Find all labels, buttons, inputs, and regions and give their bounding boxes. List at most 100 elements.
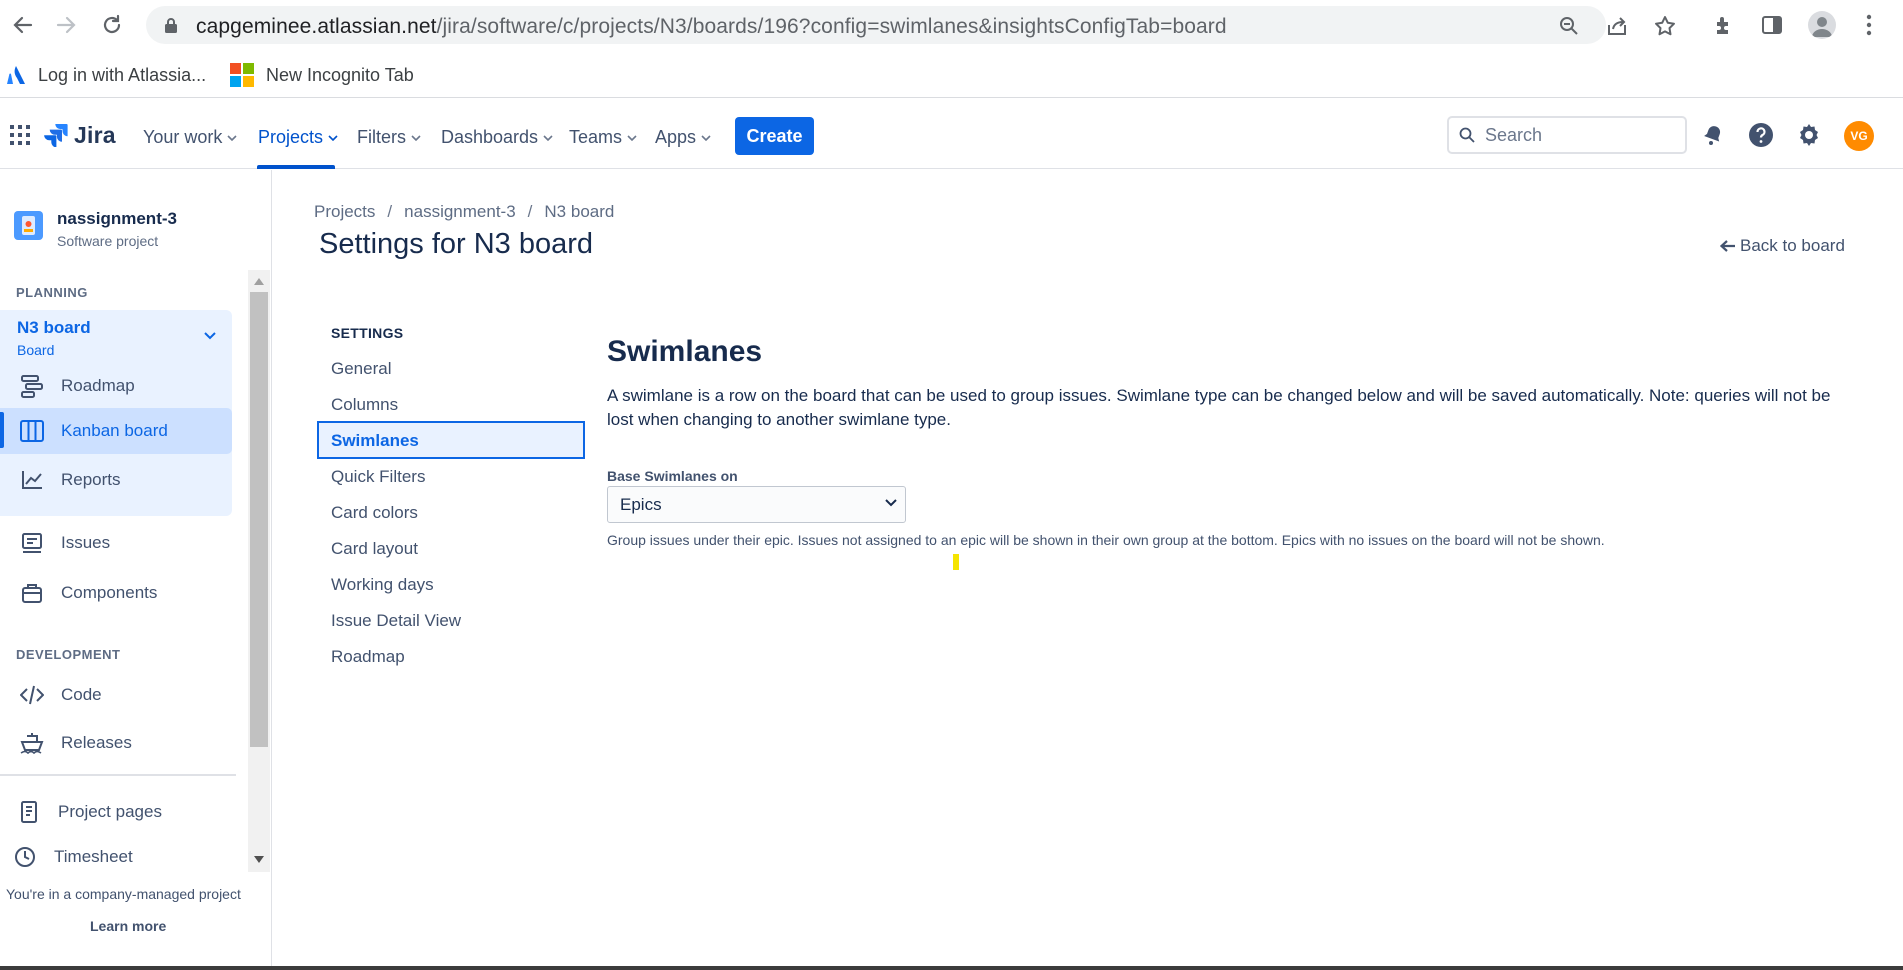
- active-nav-underline: [257, 165, 335, 169]
- text-cursor-highlight: [953, 554, 959, 570]
- settings-item-issue-detail-view[interactable]: Issue Detail View: [331, 611, 461, 631]
- sidebar-item-releases[interactable]: Releases: [0, 720, 232, 766]
- sidebar-item-roadmap[interactable]: Roadmap: [0, 363, 232, 409]
- settings-gear-icon[interactable]: [1795, 121, 1823, 149]
- browser-toolbar: capgeminee.atlassian.net/jira/software/c…: [0, 0, 1903, 50]
- sidebar-item-kanban-board[interactable]: Kanban board: [0, 408, 232, 454]
- settings-item-roadmap[interactable]: Roadmap: [331, 647, 405, 667]
- sidebar-item-code[interactable]: Code: [0, 672, 232, 718]
- nav-filters[interactable]: Filters: [357, 123, 421, 151]
- forward-arrow-icon[interactable]: [51, 10, 81, 40]
- clock-icon: [12, 846, 38, 868]
- settings-item-columns[interactable]: Columns: [331, 395, 398, 415]
- jira-logo-icon: [44, 123, 68, 147]
- base-swimlanes-label: Base Swimlanes on: [607, 468, 738, 484]
- taskbar-edge: [0, 966, 1903, 970]
- extensions-icon[interactable]: [1711, 12, 1737, 38]
- reload-icon[interactable]: [97, 10, 127, 40]
- project-sidebar: nassignment-3 Software project PLANNING …: [0, 170, 272, 970]
- issues-icon: [19, 532, 45, 554]
- sidebar-item-project-pages[interactable]: Project pages: [0, 789, 232, 835]
- jira-logo[interactable]: Jira: [44, 121, 116, 149]
- lock-icon[interactable]: [164, 17, 178, 34]
- settings-item-swimlanes[interactable]: Swimlanes: [317, 421, 585, 459]
- url-text[interactable]: capgeminee.atlassian.net/jira/software/c…: [196, 15, 1227, 39]
- sidebar-divider: [0, 774, 236, 776]
- nav-your-work[interactable]: Your work: [143, 123, 237, 151]
- page-title: Settings for N3 board: [319, 228, 594, 260]
- settings-item-general[interactable]: General: [331, 359, 391, 379]
- share-icon[interactable]: [1606, 15, 1628, 37]
- kanban-board-icon: [19, 420, 45, 442]
- breadcrumb-separator: /: [387, 202, 393, 221]
- bookmark-atlassian[interactable]: Log in with Atlassia...: [6, 60, 206, 90]
- nav-dashboards[interactable]: Dashboards: [441, 123, 553, 151]
- search-input[interactable]: Search: [1447, 116, 1687, 154]
- releases-ship-icon: [19, 732, 45, 754]
- section-title: Swimlanes: [607, 335, 763, 368]
- address-bar[interactable]: capgeminee.atlassian.net/jira/software/c…: [146, 6, 1675, 44]
- scrollbar-thumb[interactable]: [250, 292, 268, 747]
- bookmark-new-incognito-tab[interactable]: New Incognito Tab: [230, 60, 414, 90]
- code-icon: [19, 685, 45, 705]
- nav-projects[interactable]: Projects: [258, 123, 338, 151]
- settings-nav-header: SETTINGS: [331, 325, 404, 341]
- back-to-board-link[interactable]: Back to board: [1720, 236, 1845, 256]
- chevron-down-icon: [328, 134, 338, 141]
- chevron-down-icon: [543, 134, 553, 141]
- breadcrumb-projects[interactable]: Projects: [314, 202, 375, 222]
- scroll-down-arrow-icon[interactable]: [254, 856, 264, 863]
- components-icon: [19, 583, 45, 603]
- company-managed-note: You're in a company-managed project: [6, 886, 241, 902]
- bookmark-star-icon[interactable]: [1654, 15, 1676, 37]
- section-description: A swimlane is a row on the board that ca…: [607, 386, 1831, 429]
- project-type: Software project: [57, 233, 159, 249]
- atlassian-logo-icon: [6, 65, 26, 85]
- roadmap-icon: [19, 374, 45, 398]
- settings-item-quick-filters[interactable]: Quick Filters: [331, 467, 425, 487]
- zoom-icon[interactable]: [1558, 15, 1580, 37]
- notifications-icon[interactable]: [1699, 121, 1727, 149]
- settings-item-card-layout[interactable]: Card layout: [331, 539, 418, 559]
- base-swimlanes-select[interactable]: Epics: [607, 486, 906, 523]
- nav-apps[interactable]: Apps: [655, 123, 711, 151]
- breadcrumb: Projects / nassignment-3 / N3 board: [314, 202, 614, 222]
- selected-indicator: [0, 412, 4, 448]
- search-icon: [1459, 127, 1475, 143]
- chevron-down-icon: [627, 134, 637, 141]
- chrome-profile-avatar[interactable]: [1808, 11, 1836, 39]
- planning-header: PLANNING: [16, 285, 88, 300]
- side-panel-icon[interactable]: [1759, 12, 1785, 38]
- breadcrumb-project[interactable]: nassignment-3: [404, 202, 516, 222]
- back-arrow-icon: [1720, 240, 1736, 252]
- create-button[interactable]: Create: [735, 117, 814, 155]
- board-subtitle: Board: [17, 342, 55, 358]
- base-swimlanes-help: Group issues under their epic. Issues no…: [607, 532, 1605, 548]
- sidebar-item-issues[interactable]: Issues: [0, 520, 232, 566]
- sidebar-item-components[interactable]: Components: [0, 570, 232, 616]
- sidebar-item-timesheet[interactable]: Timesheet: [0, 839, 232, 875]
- sidebar-scrollbar[interactable]: [248, 270, 270, 872]
- chevron-down-icon[interactable]: [204, 332, 216, 340]
- nav-teams[interactable]: Teams: [569, 123, 637, 151]
- settings-item-card-colors[interactable]: Card colors: [331, 503, 418, 523]
- sidebar-item-reports[interactable]: Reports: [0, 457, 232, 503]
- project-name[interactable]: nassignment-3: [57, 209, 177, 229]
- learn-more-link[interactable]: Learn more: [90, 918, 166, 934]
- bookmarks-bar: Log in with Atlassia... New Incognito Ta…: [0, 52, 1903, 98]
- breadcrumb-board[interactable]: N3 board: [544, 202, 614, 222]
- chevron-down-icon: [227, 134, 237, 141]
- app-switcher-icon[interactable]: [8, 123, 32, 147]
- board-switcher[interactable]: N3 board: [17, 318, 91, 338]
- back-arrow-icon[interactable]: [8, 10, 38, 40]
- breadcrumb-separator: /: [527, 202, 533, 221]
- chevron-down-icon: [885, 499, 897, 507]
- settings-item-working-days[interactable]: Working days: [331, 575, 434, 595]
- pages-icon: [16, 801, 42, 823]
- help-icon[interactable]: [1747, 121, 1775, 149]
- scroll-up-arrow-icon[interactable]: [254, 278, 264, 285]
- user-avatar[interactable]: VG: [1844, 121, 1874, 151]
- project-avatar-icon[interactable]: [14, 211, 43, 240]
- chrome-menu-icon[interactable]: [1856, 12, 1882, 38]
- jira-top-navigation: Jira Your work Projects Filters Dashboar…: [0, 101, 1903, 169]
